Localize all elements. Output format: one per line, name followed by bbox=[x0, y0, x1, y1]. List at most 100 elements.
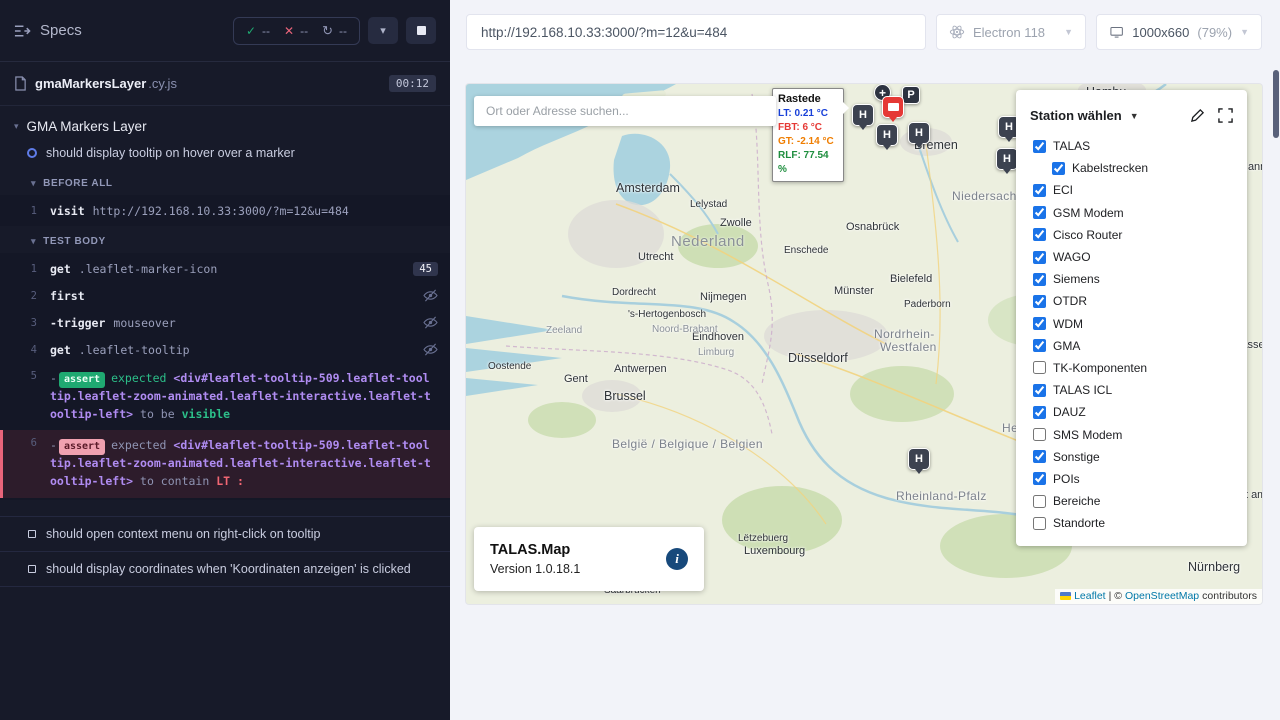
layer-item[interactable]: GSM Modem bbox=[1033, 202, 1247, 224]
leaflet-link[interactable]: Leaflet bbox=[1074, 590, 1106, 602]
command-row[interactable]: 4 get .leaflet-tooltip bbox=[0, 336, 450, 363]
layer-item[interactable]: TALAS ICL bbox=[1033, 379, 1247, 401]
layer-checkbox[interactable] bbox=[1033, 140, 1046, 153]
spec-duration-badge: 00:12 bbox=[389, 75, 436, 92]
layer-item[interactable]: Siemens bbox=[1033, 268, 1247, 290]
info-icon[interactable]: i bbox=[666, 548, 688, 570]
station-marker[interactable]: H bbox=[908, 122, 930, 144]
layer-checkbox[interactable] bbox=[1033, 495, 1046, 508]
test-body-commands: 1 get .leaflet-marker-icon 45 2 first 3 … bbox=[0, 253, 450, 500]
spec-extension: .cy.js bbox=[148, 76, 177, 91]
command-number: 1 bbox=[0, 263, 50, 275]
layer-item[interactable]: Cisco Router bbox=[1033, 224, 1247, 246]
aut-panel: Electron 118 ▼ 1000x660 (79%) ▼ bbox=[450, 0, 1280, 720]
before-all-header[interactable]: ▾ BEFORE ALL bbox=[0, 168, 450, 195]
layer-item[interactable]: Sonstige bbox=[1033, 446, 1247, 468]
station-marker[interactable]: H bbox=[908, 448, 930, 470]
layer-item[interactable]: OTDR bbox=[1033, 290, 1247, 312]
layer-item[interactable]: Bereiche bbox=[1033, 490, 1247, 512]
map-attribution: Leaflet | © OpenStreetMap contributors bbox=[1055, 589, 1262, 604]
layer-checkbox[interactable] bbox=[1033, 273, 1046, 286]
stat-pending: ↻-- bbox=[322, 23, 347, 39]
parking-marker[interactable]: P bbox=[902, 86, 920, 104]
layer-item[interactable]: TK-Komponenten bbox=[1033, 357, 1247, 379]
chevron-down-icon: ▾ bbox=[380, 24, 386, 37]
map-region-label: België / Belgique / Belgien bbox=[612, 438, 763, 450]
osm-link[interactable]: OpenStreetMap bbox=[1125, 590, 1199, 602]
alert-marker[interactable] bbox=[882, 96, 904, 118]
map-label: Amsterdam bbox=[616, 182, 680, 195]
url-input[interactable] bbox=[466, 14, 926, 50]
command-row[interactable]: 2 first bbox=[0, 282, 450, 309]
layer-checkbox[interactable] bbox=[1033, 184, 1046, 197]
layer-item[interactable]: WDM bbox=[1033, 313, 1247, 335]
browser-select[interactable]: Electron 118 ▼ bbox=[936, 14, 1086, 50]
station-select[interactable]: Station wählen bbox=[1030, 108, 1122, 123]
layer-checkbox[interactable] bbox=[1033, 406, 1046, 419]
station-marker[interactable]: H bbox=[996, 148, 1018, 170]
layer-item[interactable]: Kabelstrecken bbox=[1052, 157, 1247, 179]
layer-item[interactable]: ECI bbox=[1033, 179, 1247, 201]
collapse-button[interactable]: ▾ bbox=[368, 17, 398, 44]
map-region-label: Zeeland bbox=[546, 326, 582, 336]
map-label: Düsseldorf bbox=[788, 352, 848, 365]
scrollbar-thumb[interactable] bbox=[1273, 70, 1279, 138]
layer-checkbox[interactable] bbox=[1033, 428, 1046, 441]
layer-checkbox[interactable] bbox=[1033, 206, 1046, 219]
stop-button[interactable] bbox=[406, 17, 436, 44]
chevron-down-icon[interactable]: ▼ bbox=[1130, 111, 1139, 121]
layer-item[interactable]: TALAS bbox=[1033, 135, 1247, 157]
layers-panel: Station wählen ▼ TALAS bbox=[1016, 90, 1247, 546]
layer-item[interactable]: Standorte bbox=[1033, 512, 1247, 534]
suite-header[interactable]: ▾ GMA Markers Layer bbox=[0, 106, 450, 139]
specs-menu-icon[interactable] bbox=[14, 24, 31, 38]
layer-checkbox[interactable] bbox=[1033, 339, 1046, 352]
map-canvas[interactable]: Amsterdam Bremen Brussel Düsseldorf Nürn… bbox=[466, 84, 1262, 604]
layer-checkbox[interactable] bbox=[1033, 517, 1046, 530]
station-marker[interactable]: H bbox=[876, 124, 898, 146]
command-row[interactable]: 1 get .leaflet-marker-icon 45 bbox=[0, 255, 450, 282]
test-body-header[interactable]: ▾ TEST BODY bbox=[0, 226, 450, 253]
layer-checkbox[interactable] bbox=[1033, 384, 1046, 397]
browser-label: Electron 118 bbox=[973, 25, 1045, 40]
layer-label: Sonstige bbox=[1053, 450, 1100, 464]
layer-checkbox[interactable] bbox=[1033, 472, 1046, 485]
spec-file-row[interactable]: gmaMarkersLayer .cy.js 00:12 bbox=[0, 62, 450, 106]
layer-item[interactable]: GMA bbox=[1033, 335, 1247, 357]
map-region-label: Limburg bbox=[698, 348, 734, 358]
test-title: should open context menu on right-click … bbox=[46, 527, 320, 541]
layer-checkbox[interactable] bbox=[1033, 295, 1046, 308]
assert-word: expected bbox=[111, 371, 166, 385]
assert-expected-value: LT : bbox=[216, 474, 244, 488]
map-search-input[interactable] bbox=[474, 96, 776, 126]
station-marker[interactable]: H bbox=[852, 104, 874, 126]
layer-item[interactable]: DAUZ bbox=[1033, 401, 1247, 423]
layer-checkbox[interactable] bbox=[1033, 251, 1046, 264]
layer-checkbox[interactable] bbox=[1052, 162, 1065, 175]
layer-checkbox[interactable] bbox=[1033, 361, 1046, 374]
attribution-separator: | © bbox=[1109, 590, 1122, 602]
eye-slash-icon bbox=[423, 343, 438, 356]
pending-test-row[interactable]: should open context menu on right-click … bbox=[0, 516, 450, 551]
assert-command-row-failed[interactable]: 6 -assertexpected <div#leaflet-tooltip-5… bbox=[0, 430, 450, 497]
layer-item[interactable]: POIs bbox=[1033, 468, 1247, 490]
app-version: Version 1.0.18.1 bbox=[490, 562, 580, 576]
pending-test-row[interactable]: should display coordinates when 'Koordin… bbox=[0, 551, 450, 587]
active-test-row[interactable]: should display tooltip on hover over a m… bbox=[0, 139, 450, 168]
command-row[interactable]: 1 visit http://192.168.10.33:3000/?m=12&… bbox=[0, 197, 450, 224]
before-all-commands: 1 visit http://192.168.10.33:3000/?m=12&… bbox=[0, 195, 450, 226]
running-spinner-icon bbox=[27, 148, 37, 158]
layer-checkbox[interactable] bbox=[1033, 317, 1046, 330]
layer-item[interactable]: WAGO bbox=[1033, 246, 1247, 268]
assert-element: <div#leaflet-tooltip-509.leaflet-tooltip… bbox=[50, 371, 431, 421]
layer-checkbox[interactable] bbox=[1033, 228, 1046, 241]
layer-checkbox[interactable] bbox=[1033, 450, 1046, 463]
command-row[interactable]: 3 -trigger mouseover bbox=[0, 309, 450, 336]
viewport-select[interactable]: 1000x660 (79%) ▼ bbox=[1096, 14, 1262, 50]
layer-item[interactable]: SMS Modem bbox=[1033, 423, 1247, 445]
layers-panel-header: Station wählen ▼ bbox=[1016, 100, 1247, 135]
expand-icon[interactable] bbox=[1218, 108, 1233, 123]
map-label: Paderborn bbox=[904, 300, 951, 310]
pencil-icon[interactable] bbox=[1190, 108, 1205, 123]
assert-command-row[interactable]: 5 -assertexpected <div#leaflet-tooltip-5… bbox=[0, 363, 450, 430]
